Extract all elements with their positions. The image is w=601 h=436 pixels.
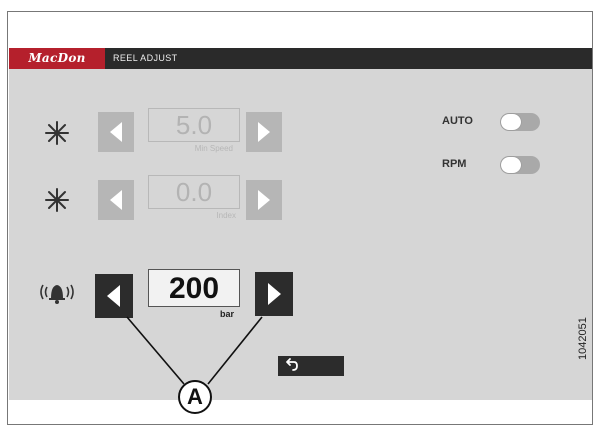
callout-lines [126,316,263,414]
callout-label: A [187,384,203,409]
figure-number: 1042051 [577,317,589,360]
